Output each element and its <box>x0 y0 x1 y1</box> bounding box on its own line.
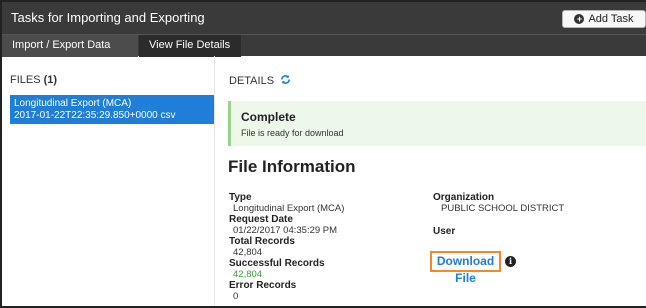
tab-view-file-details[interactable]: View File Details <box>139 35 241 57</box>
tab-bar: Import / Export Data View File Details <box>2 34 646 57</box>
status-title: Complete <box>241 110 296 124</box>
details-header-label: DETAILS <box>229 75 275 87</box>
file-list-item[interactable]: Longitudinal Export (MCA) 2017-01-22T22:… <box>10 95 214 124</box>
error-records-label: Error Records <box>229 280 297 291</box>
title-bar: Tasks for Importing and Exporting + Add … <box>2 2 646 34</box>
file-name: Longitudinal Export (MCA) <box>14 98 132 109</box>
details-header: DETAILS <box>229 74 291 87</box>
organization-value: PUBLIC SCHOOL DISTRICT <box>441 203 565 214</box>
total-records-value: 42,804 <box>233 247 263 258</box>
download-file-button[interactable]: Download File <box>430 251 501 285</box>
files-panel: FILES (1) Longitudinal Export (MCA) 2017… <box>2 56 215 306</box>
add-task-label: Add Task <box>588 13 634 25</box>
status-alert: Complete File is ready for download <box>228 101 646 146</box>
files-header: FILES (1) <box>10 74 57 86</box>
files-header-label: FILES <box>10 74 41 86</box>
status-message: File is ready for download <box>241 128 344 138</box>
files-count: (1) <box>43 74 58 86</box>
add-task-button[interactable]: + Add Task <box>562 10 646 28</box>
error-records-value: 0 <box>233 291 239 302</box>
window-title: Tasks for Importing and Exporting <box>11 10 205 25</box>
organization-label: Organization <box>433 192 495 203</box>
plus-circle-icon: + <box>574 14 585 24</box>
info-circle-icon[interactable]: i <box>505 256 516 267</box>
file-timestamp: 2017-01-22T22:35:29.850+0000 csv <box>14 110 176 121</box>
tab-import-export-data[interactable]: Import / Export Data <box>2 35 138 57</box>
type-value: Longitudinal Export (MCA) <box>233 203 345 214</box>
successful-records-label: Successful Records <box>229 258 325 269</box>
refresh-icon[interactable] <box>280 74 291 85</box>
successful-records-value: 42,804 <box>233 269 263 280</box>
request-date-label: Request Date <box>229 214 293 225</box>
user-label: User <box>433 226 456 237</box>
file-information-title: File Information <box>228 157 356 176</box>
type-label: Type <box>229 192 252 203</box>
task-window: Tasks for Importing and Exporting + Add … <box>0 0 646 308</box>
request-date-value: 01/22/2017 04:35:29 PM <box>233 225 338 236</box>
total-records-label: Total Records <box>229 236 295 247</box>
